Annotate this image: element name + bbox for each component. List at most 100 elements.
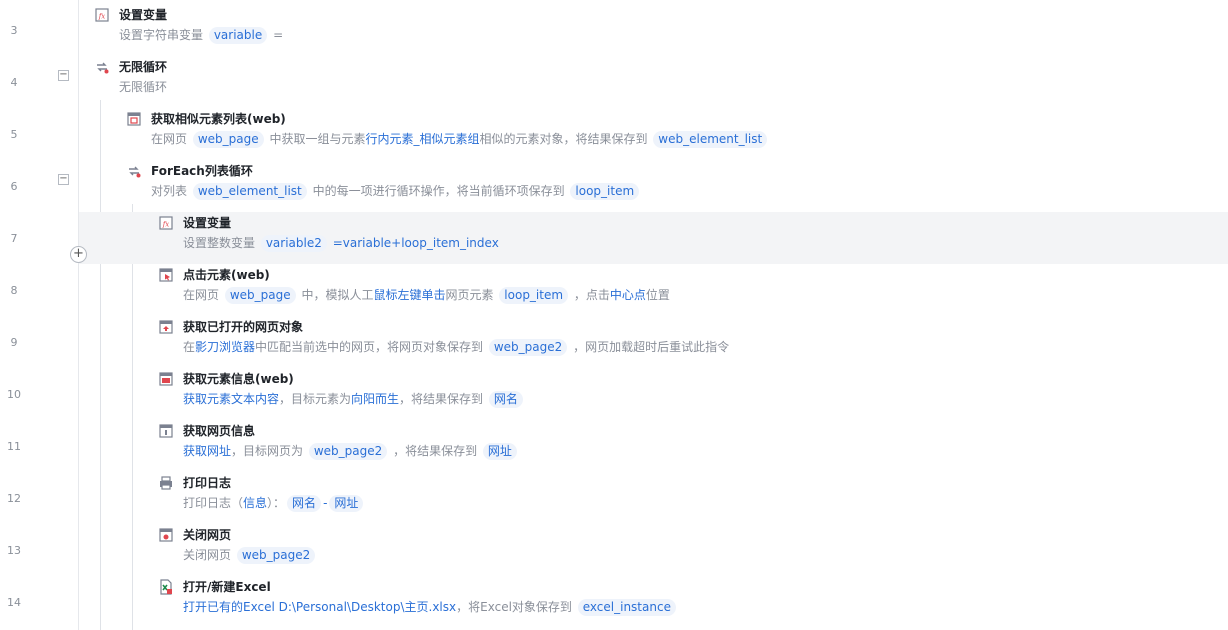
param-value: 打开已有的Excel D:\Personal\Desktop\主页.xlsx	[183, 600, 457, 614]
flow-step-row[interactable]: 9 获取已打开的网页对象在影刀浏览器中匹配当前选中的网页，将网页对象保存到 web…	[0, 316, 1228, 368]
step-description: 无限循环	[119, 78, 167, 95]
variable-tag: loop_item	[570, 183, 640, 200]
desc-text: ，网页加载超时后重试此指令	[569, 340, 730, 354]
variable-tag: web_page2	[488, 339, 568, 356]
step-description: 打印日志（信息）： 网名 - 网址	[183, 494, 365, 512]
flow-step-row[interactable]: 3 fx 设置变量 设置字符串变量 variable =	[0, 4, 1228, 56]
desc-text: 关闭网页	[183, 548, 235, 562]
line-number: 4	[10, 76, 18, 89]
param-value: 向阳而生	[351, 392, 400, 406]
line-number: 9	[10, 336, 18, 349]
step-description: 在网页 web_page 中获取一组与元素行内元素_相似元素组相似的元素对象，将…	[151, 130, 769, 148]
desc-text: ，将结果保存到	[389, 444, 481, 458]
desc-text: 设置整数变量	[183, 236, 259, 250]
desc-text: 在	[183, 340, 196, 354]
variable-tag: web_element_list	[653, 131, 768, 148]
step-description: 设置整数变量 variable2 =variable+loop_item_ind…	[183, 234, 499, 252]
flow-step-row[interactable]: 12 打印日志打印日志（信息）： 网名 - 网址	[0, 472, 1228, 524]
step-description: 对列表 web_element_list 中的每一项进行循环操作，将当前循环项保…	[151, 182, 641, 200]
desc-text: 在网页	[183, 288, 223, 302]
desc-text: 网页元素	[445, 288, 498, 302]
step-description: 设置字符串变量 variable =	[119, 26, 283, 44]
desc-text: 在网页	[151, 132, 191, 146]
add-step-button[interactable]: +	[70, 246, 87, 263]
step-description: 打开已有的Excel D:\Personal\Desktop\主页.xlsx，将…	[183, 598, 678, 616]
param-value: 行内元素_相似元素组	[365, 132, 480, 146]
svg-text:fx: fx	[162, 221, 170, 229]
variable-tag: web_page	[192, 131, 264, 148]
param-value: =variable+loop_item_index	[332, 236, 499, 250]
flow-step-row[interactable]: 14 打开/新建Excel 打开已有的Excel D:\Personal\Deskt…	[0, 576, 1228, 628]
step-title: 点击元素(web)	[183, 268, 270, 282]
step-description: 在网页 web_page 中，模拟人工鼠标左键单击网页元素 loop_item …	[183, 286, 670, 304]
desc-text: ，将Excel对象保存到	[456, 600, 576, 614]
desc-text: 中获取一组与元素	[265, 132, 366, 146]
step-title: 获取元素信息(web)	[183, 372, 294, 386]
collapse-toggle[interactable]: −	[58, 70, 69, 81]
step-description: 获取网址，目标网页为 web_page2 ，将结果保存到 网址	[183, 442, 519, 460]
step-description: 关闭网页 web_page2	[183, 546, 317, 564]
variable-tag: 网名	[488, 391, 523, 408]
excel-icon	[158, 579, 174, 595]
flow-step-row[interactable]: 11 获取网页信息获取网址，目标网页为 web_page2 ，将结果保存到 网址	[0, 420, 1228, 472]
param-value: 影刀浏览器	[195, 340, 256, 354]
line-number: 13	[7, 544, 21, 557]
flow-step-row[interactable]: 6 − ForEach列表循环 对列表 web_element_list 中的每一项进…	[0, 160, 1228, 212]
desc-text: 打印日志（	[183, 496, 244, 510]
desc-text: 位置	[645, 288, 670, 302]
step-description: 在影刀浏览器中匹配当前选中的网页，将网页对象保存到 web_page2 ，网页加…	[183, 338, 729, 356]
step-title: 获取网页信息	[183, 424, 256, 438]
printer-icon	[158, 475, 174, 491]
step-title: 设置变量	[119, 8, 168, 22]
step-title: 获取相似元素列表(web)	[151, 112, 286, 126]
line-number: 6	[10, 180, 18, 193]
variable-tag: variable2	[260, 235, 327, 252]
desc-text: =	[269, 28, 284, 42]
desc-text: 对列表	[151, 184, 191, 198]
desc-text: ，点击	[570, 288, 610, 302]
variable-tag: web_page2	[308, 443, 388, 460]
desc-text: 相似的元素对象，将结果保存到	[479, 132, 652, 146]
param-value: 获取网址	[183, 444, 232, 458]
param-value: 中心点	[609, 288, 646, 302]
variable-tag: 网址	[329, 495, 364, 512]
similar-elements-icon	[126, 111, 142, 127]
flow-step-row[interactable]: 5 获取相似元素列表(web) 在网页 web_page 中获取一组与元素行内元素_…	[0, 108, 1228, 160]
set-variable-icon: fx	[94, 7, 110, 23]
flow-step-row[interactable]: 13 关闭网页 关闭网页 web_page2	[0, 524, 1228, 576]
flow-step-row[interactable]: 7 fx 设置变量设置整数变量 variable2 =variable+loop_i…	[11, 212, 1228, 264]
line-number: 10	[7, 388, 21, 401]
param-value: 信息	[243, 496, 268, 510]
step-title: 打印日志	[183, 476, 232, 490]
step-title: 设置变量	[183, 216, 232, 230]
variable-tag: excel_instance	[577, 599, 676, 616]
line-number: 5	[10, 128, 18, 141]
desc-text: 设置字符串变量	[119, 28, 207, 42]
param-value: -	[323, 496, 328, 510]
step-title: 无限循环	[119, 60, 168, 74]
set-variable-icon: fx	[158, 215, 174, 231]
variable-tag: 网名	[287, 495, 322, 512]
line-number: 11	[7, 440, 21, 453]
line-number: 12	[7, 492, 21, 505]
step-title: 获取已打开的网页对象	[183, 320, 304, 334]
desc-text: 中的每一项进行循环操作，将当前循环项保存到	[308, 184, 569, 198]
flow-step-row[interactable]: 10 获取元素信息(web) 获取元素文本内容，目标元素为向阳而生，将结果保存到 网…	[0, 368, 1228, 420]
desc-text: ，目标网页为	[231, 444, 307, 458]
collapse-toggle[interactable]: −	[58, 174, 69, 185]
desc-text: 无限循环	[119, 80, 168, 94]
param-value: 获取元素文本内容	[183, 392, 280, 406]
variable-tag: web_element_list	[192, 183, 307, 200]
click-element-icon	[158, 267, 174, 283]
page-info-icon	[158, 423, 174, 439]
line-number: 14	[7, 596, 21, 609]
line-number: 7	[10, 232, 18, 245]
step-title: 打开/新建Excel	[183, 580, 271, 594]
step-title: 关闭网页	[183, 528, 232, 542]
flow-step-row[interactable]: 4− 无限循环 无限循环	[0, 56, 1228, 108]
variable-tag: web_page2	[236, 547, 316, 564]
infinite-loop-icon	[94, 59, 110, 75]
close-page-icon	[158, 527, 174, 543]
open-page-icon	[158, 319, 174, 335]
flow-step-row[interactable]: 8 点击元素(web) 在网页 web_page 中，模拟人工鼠标左键单击网页元素 …	[0, 264, 1228, 316]
